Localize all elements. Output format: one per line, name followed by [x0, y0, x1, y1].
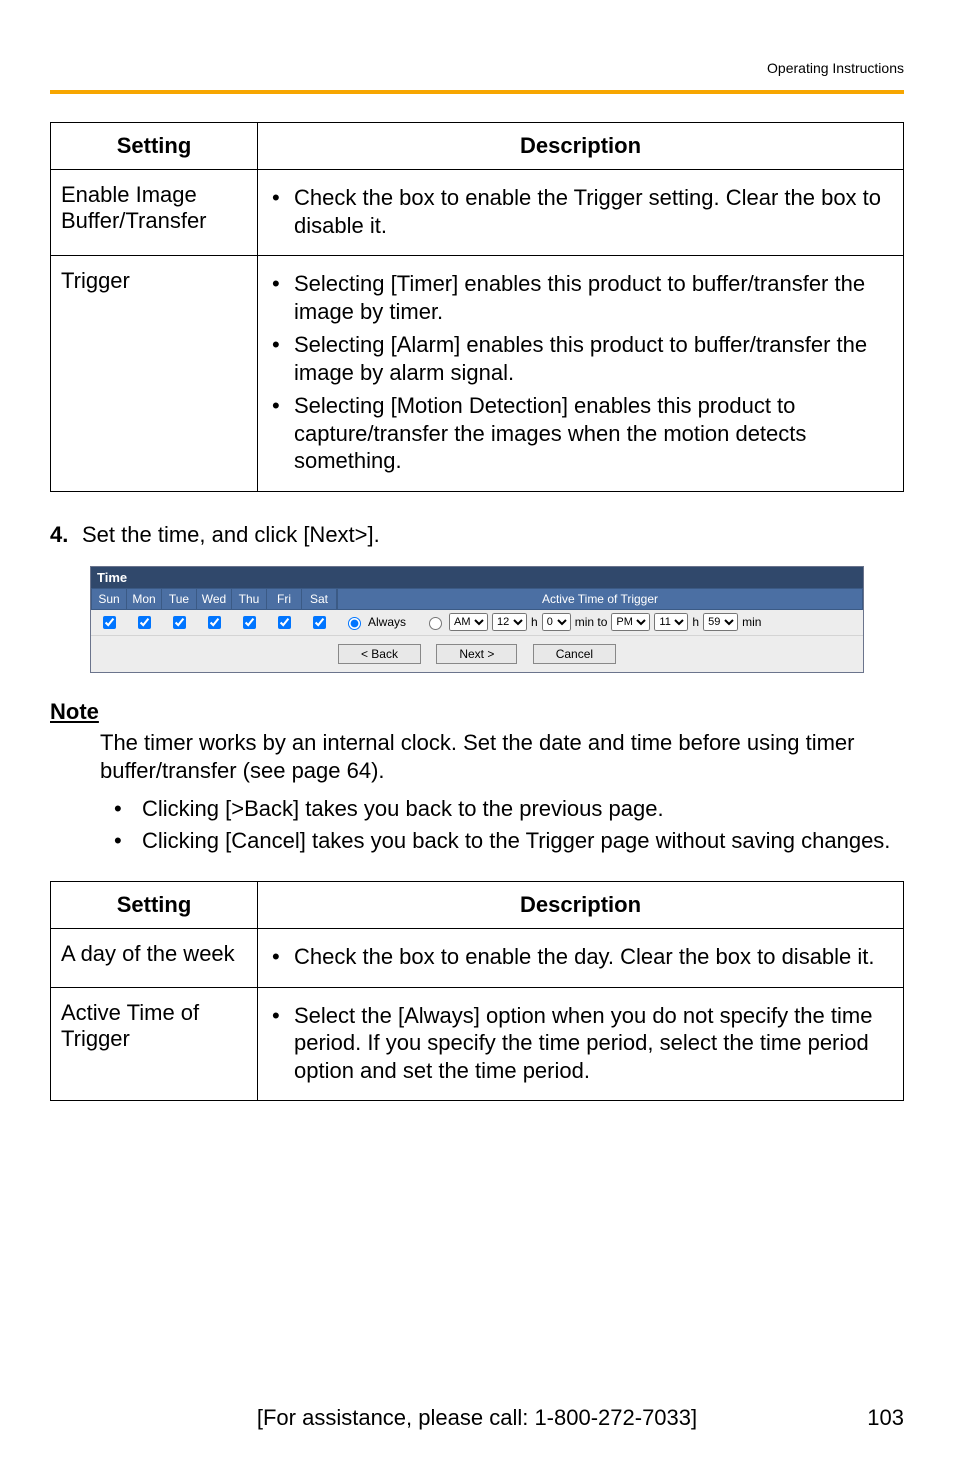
col-description: Description: [258, 123, 904, 170]
row-trigger-desc: Selecting [Timer] enables this product t…: [258, 256, 904, 492]
settings-table-1: Setting Description Enable Image Buffer/…: [50, 122, 904, 492]
day-checkbox-thu[interactable]: [243, 616, 256, 629]
step-text: Set the time, and click [Next>].: [82, 522, 380, 548]
hour-end-select[interactable]: 11: [654, 613, 688, 631]
list-item: Check the box to enable the day. Clear t…: [264, 943, 889, 971]
col-setting: Setting: [51, 882, 258, 929]
always-radio[interactable]: [348, 617, 361, 630]
col-description: Description: [258, 882, 904, 929]
note-body: The timer works by an internal clock. Se…: [100, 729, 898, 785]
always-label: Always: [368, 615, 406, 629]
day-checkbox-sun[interactable]: [103, 616, 116, 629]
row-enable-image-desc: Check the box to enable the Trigger sett…: [258, 170, 904, 256]
day-checkbox-sat[interactable]: [313, 616, 326, 629]
ampm-start-select[interactable]: AM: [449, 613, 488, 631]
list-item: Clicking [Cancel] takes you back to the …: [100, 827, 904, 855]
day-header: Wed: [197, 588, 232, 609]
day-checkbox-fri[interactable]: [278, 616, 291, 629]
row-day-of-week-label: A day of the week: [51, 929, 258, 988]
next-button[interactable]: Next >: [436, 644, 517, 664]
min-end-select[interactable]: 59: [703, 613, 738, 631]
day-checkbox-tue[interactable]: [173, 616, 186, 629]
time-panel: Time Sun Mon Tue Wed Thu Fri Sat: [90, 566, 864, 673]
header-label: Operating Instructions: [767, 60, 904, 76]
col-setting: Setting: [51, 123, 258, 170]
row-active-time-label: Active Time of Trigger: [51, 987, 258, 1101]
cancel-button[interactable]: Cancel: [533, 644, 616, 664]
list-item: Selecting [Motion Detection] enables thi…: [264, 392, 889, 475]
day-header: Mon: [127, 588, 162, 609]
active-time-header: Active Time of Trigger: [337, 588, 863, 610]
day-header: Tue: [162, 588, 197, 609]
row-trigger-label: Trigger: [51, 256, 258, 492]
h-label: h: [531, 615, 538, 629]
ampm-end-select[interactable]: PM: [611, 613, 650, 631]
header-rule: [50, 90, 904, 94]
list-item: Selecting [Timer] enables this product t…: [264, 270, 889, 325]
time-panel-title: Time: [91, 567, 863, 588]
note-heading: Note: [50, 699, 904, 725]
time-period-radio[interactable]: [429, 617, 442, 630]
hour-start-select[interactable]: 12: [492, 613, 527, 631]
row-day-of-week-desc: Check the box to enable the day. Clear t…: [258, 929, 904, 988]
footer-assistance: [For assistance, please call: 1-800-272-…: [130, 1405, 824, 1431]
min-start-select[interactable]: 0: [542, 613, 571, 631]
day-header: Sun: [92, 588, 127, 609]
min-to-label: min to: [575, 615, 608, 629]
step-number: 4.: [50, 522, 82, 548]
row-active-time-desc: Select the [Always] option when you do n…: [258, 987, 904, 1101]
row-enable-image-label: Enable Image Buffer/Transfer: [51, 170, 258, 256]
note-list: Clicking [>Back] takes you back to the p…: [100, 795, 904, 855]
min-end-label: min: [742, 615, 761, 629]
list-item: Selecting [Alarm] enables this product t…: [264, 331, 889, 386]
day-header: Thu: [232, 588, 267, 609]
page-number: 103: [824, 1405, 904, 1431]
day-header: Fri: [267, 588, 302, 609]
day-checkbox-wed[interactable]: [208, 616, 221, 629]
back-button[interactable]: < Back: [338, 644, 421, 664]
day-header: Sat: [302, 588, 337, 609]
settings-table-2: Setting Description A day of the week Ch…: [50, 881, 904, 1101]
list-item: Check the box to enable the Trigger sett…: [264, 184, 889, 239]
day-table: Sun Mon Tue Wed Thu Fri Sat: [91, 588, 337, 635]
list-item: Select the [Always] option when you do n…: [264, 1002, 889, 1085]
h-label: h: [692, 615, 699, 629]
list-item: Clicking [>Back] takes you back to the p…: [100, 795, 904, 823]
day-checkbox-mon[interactable]: [138, 616, 151, 629]
